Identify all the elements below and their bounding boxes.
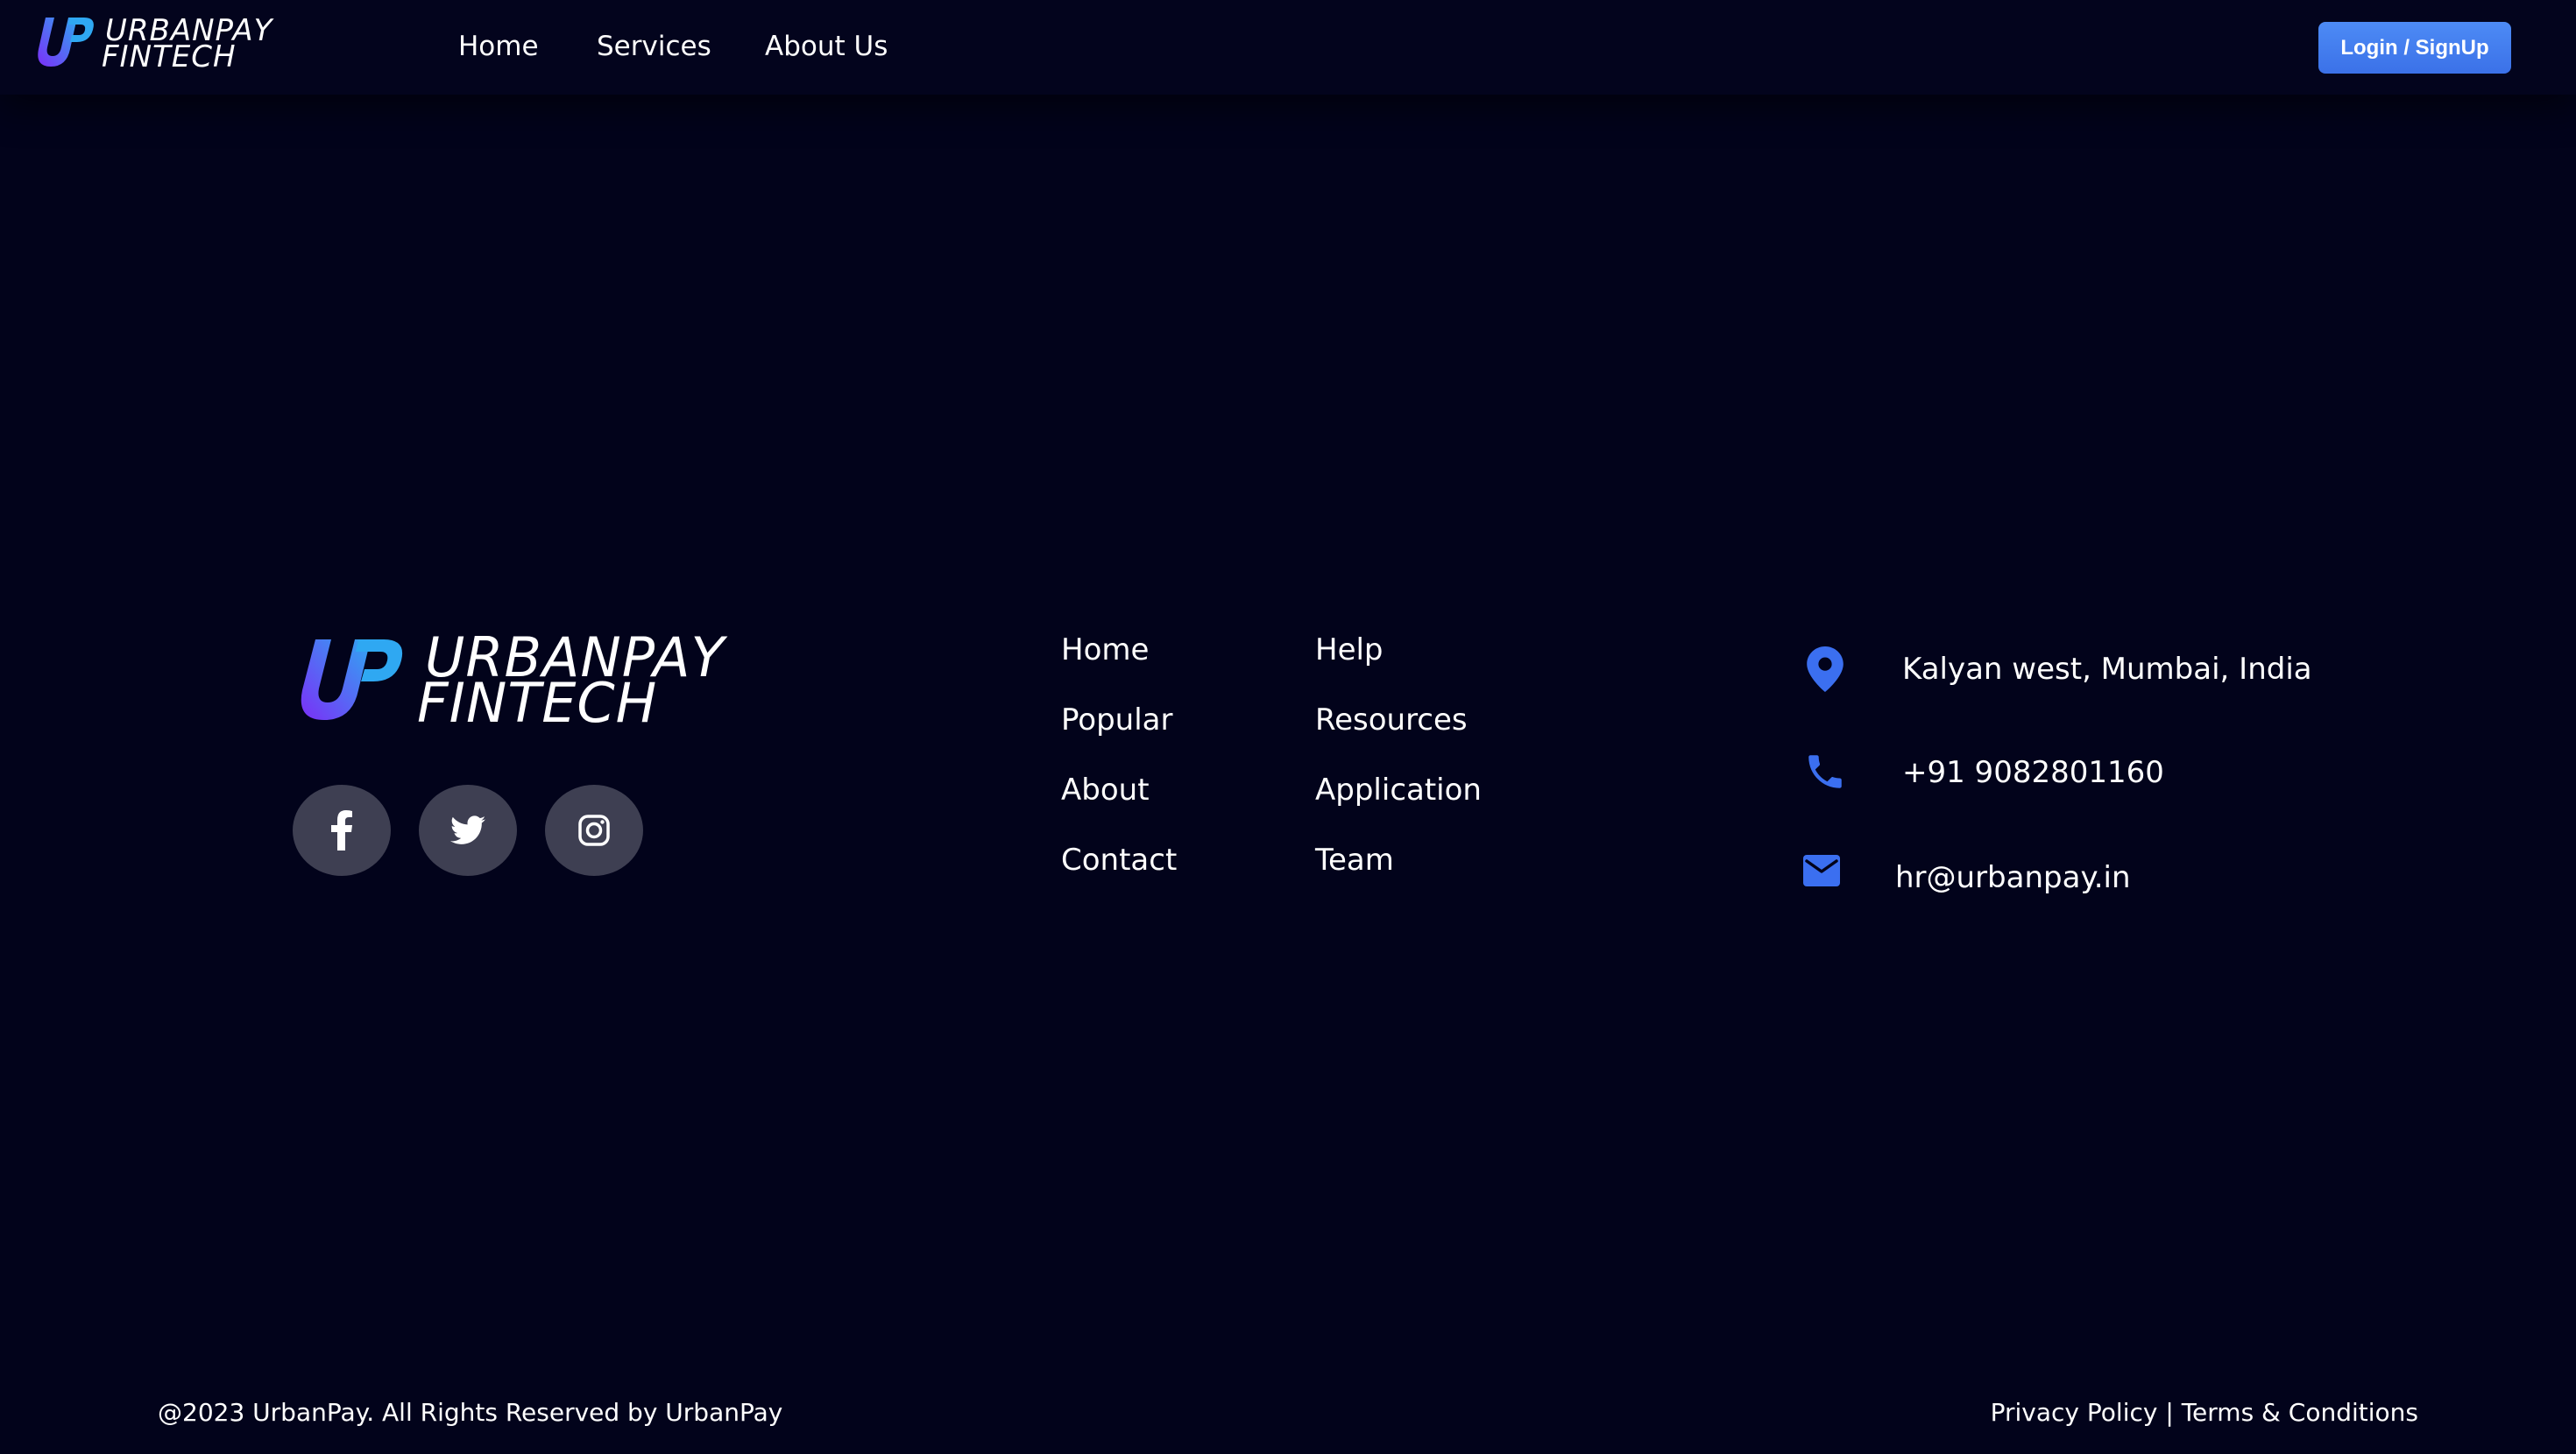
- phone-icon: [1803, 750, 1847, 797]
- footer-link-resources[interactable]: Resources: [1315, 702, 1468, 738]
- facebook-button[interactable]: [293, 785, 391, 876]
- footer-link-help[interactable]: Help: [1315, 632, 1384, 667]
- footer-link-contact[interactable]: Contact: [1061, 843, 1177, 878]
- contact-address: Kalyan west, Mumbai, India: [1902, 652, 2312, 687]
- login-signup-button[interactable]: Login / SignUp: [2318, 22, 2511, 74]
- terms-conditions-link[interactable]: Terms & Conditions: [2182, 1398, 2418, 1427]
- footer-link-home[interactable]: Home: [1061, 632, 1149, 667]
- nav-about-us[interactable]: About Us: [765, 31, 888, 62]
- legal-separator: |: [2165, 1398, 2174, 1427]
- copyright-text: @2023 UrbanPay. All Rights Reserved by U…: [158, 1398, 783, 1427]
- page: URBANPAY FINTECH Home Services About Us …: [0, 0, 2576, 1454]
- instagram-icon: [578, 815, 610, 846]
- twitter-button[interactable]: [419, 785, 517, 876]
- footer-brand-line2: FINTECH: [417, 671, 658, 735]
- footer-link-application[interactable]: Application: [1315, 773, 1482, 808]
- brand-logo-icon[interactable]: [33, 14, 96, 68]
- instagram-button[interactable]: [545, 785, 643, 876]
- privacy-policy-link[interactable]: Privacy Policy: [1991, 1398, 2158, 1427]
- footer-link-about[interactable]: About: [1061, 773, 1150, 808]
- facebook-icon: [331, 810, 352, 851]
- top-navbar: URBANPAY FINTECH Home Services About Us …: [0, 0, 2576, 95]
- footer-link-popular[interactable]: Popular: [1061, 702, 1172, 738]
- footer-link-team[interactable]: Team: [1315, 843, 1394, 878]
- twitter-icon: [450, 815, 485, 844]
- location-pin-icon: [1807, 646, 1844, 695]
- brand-name-line2: FINTECH: [102, 39, 237, 74]
- nav-home[interactable]: Home: [458, 31, 539, 62]
- contact-phone: +91 9082801160: [1902, 755, 2164, 790]
- contact-email[interactable]: hr@urbanpay.in: [1895, 860, 2131, 895]
- legal-links: Privacy Policy | Terms & Conditions: [1991, 1398, 2418, 1427]
- mail-icon: [1803, 855, 1840, 890]
- footer-logo-icon[interactable]: [293, 634, 408, 722]
- nav-services[interactable]: Services: [597, 31, 711, 62]
